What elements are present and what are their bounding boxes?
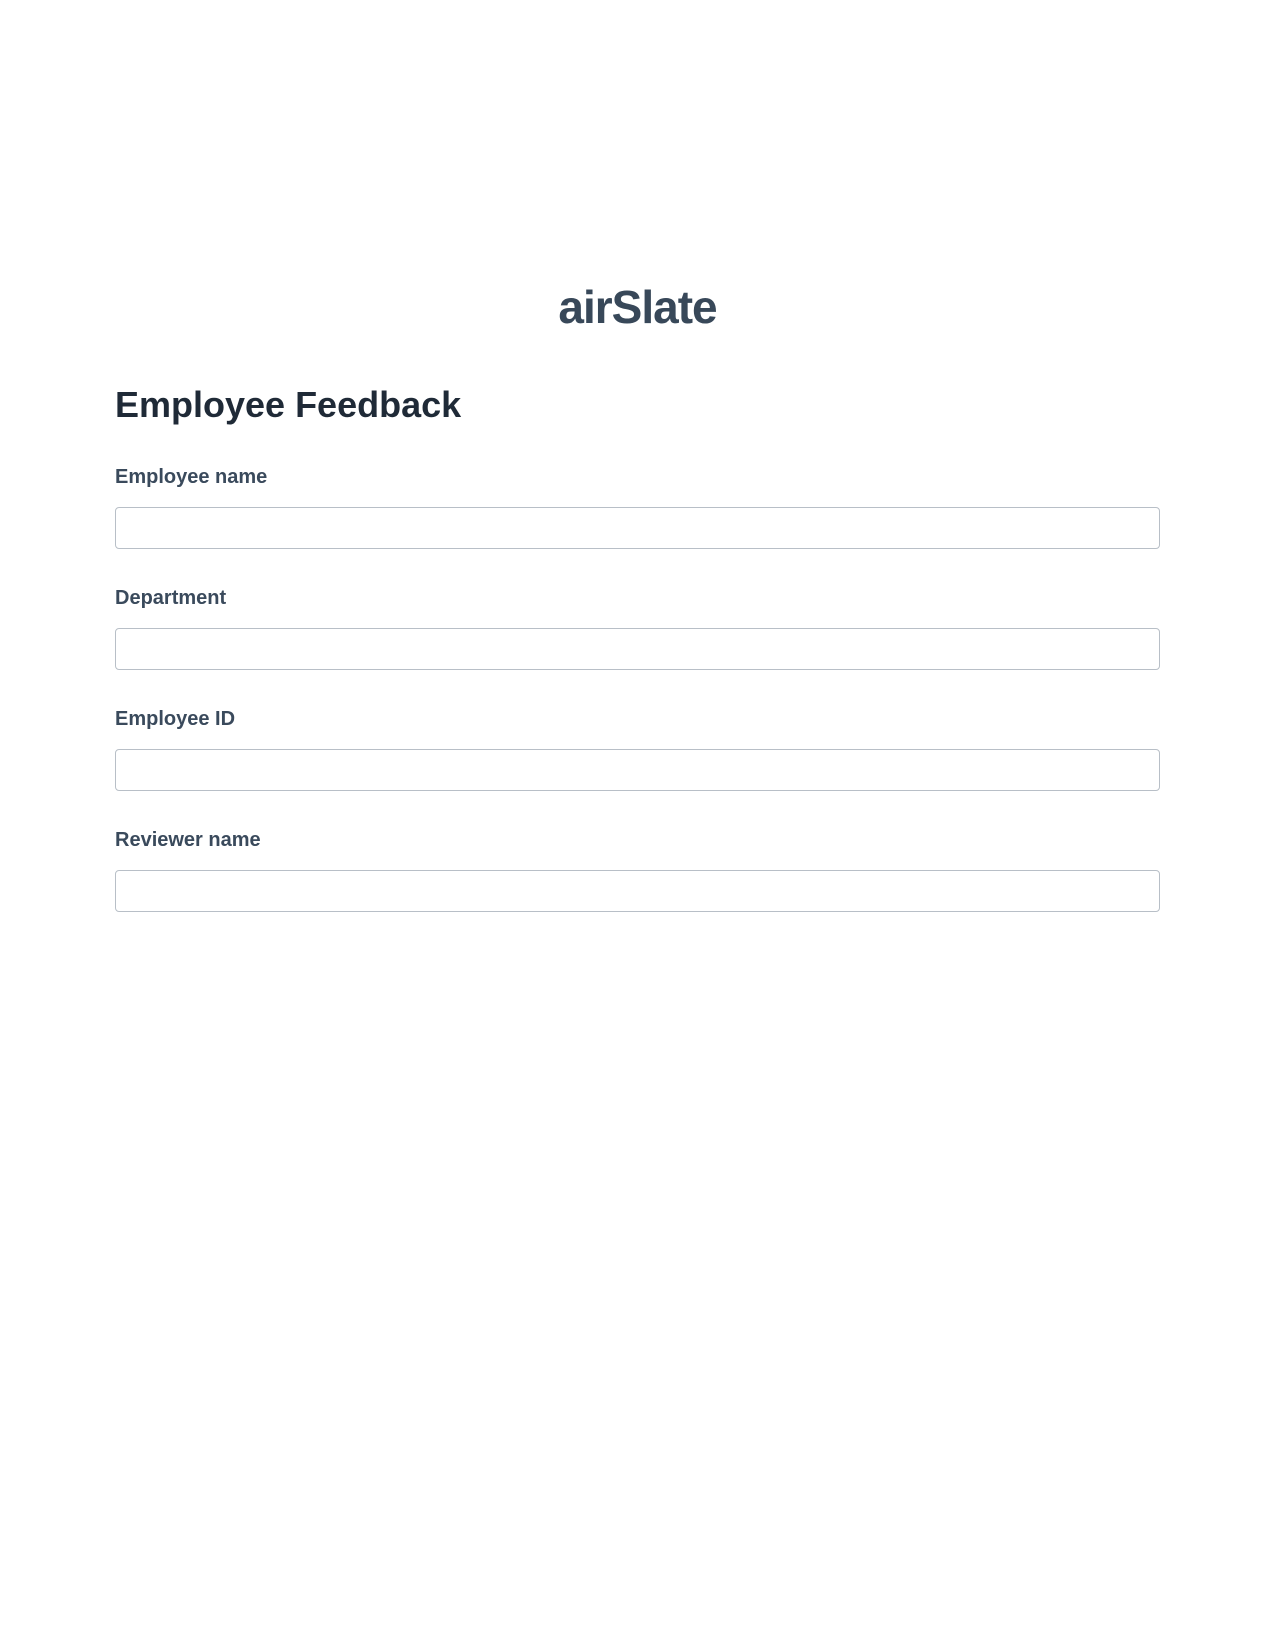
field-reviewer-name: Reviewer name xyxy=(115,829,1160,912)
field-department: Department xyxy=(115,587,1160,670)
input-reviewer-name[interactable] xyxy=(115,870,1160,912)
label-reviewer-name: Reviewer name xyxy=(115,829,1160,852)
form-title: Employee Feedback xyxy=(115,384,1160,426)
airslate-logo: airSlate xyxy=(558,281,716,333)
label-employee-name: Employee name xyxy=(115,466,1160,489)
field-employee-name: Employee name xyxy=(115,466,1160,549)
label-employee-id: Employee ID xyxy=(115,708,1160,731)
input-employee-name[interactable] xyxy=(115,507,1160,549)
form-page: airSlate Employee Feedback Employee name… xyxy=(0,0,1275,912)
field-employee-id: Employee ID xyxy=(115,708,1160,791)
logo-container: airSlate xyxy=(115,280,1160,334)
logo-suffix: Slate xyxy=(612,281,717,333)
label-department: Department xyxy=(115,587,1160,610)
logo-prefix: air xyxy=(558,281,611,333)
input-department[interactable] xyxy=(115,628,1160,670)
input-employee-id[interactable] xyxy=(115,749,1160,791)
